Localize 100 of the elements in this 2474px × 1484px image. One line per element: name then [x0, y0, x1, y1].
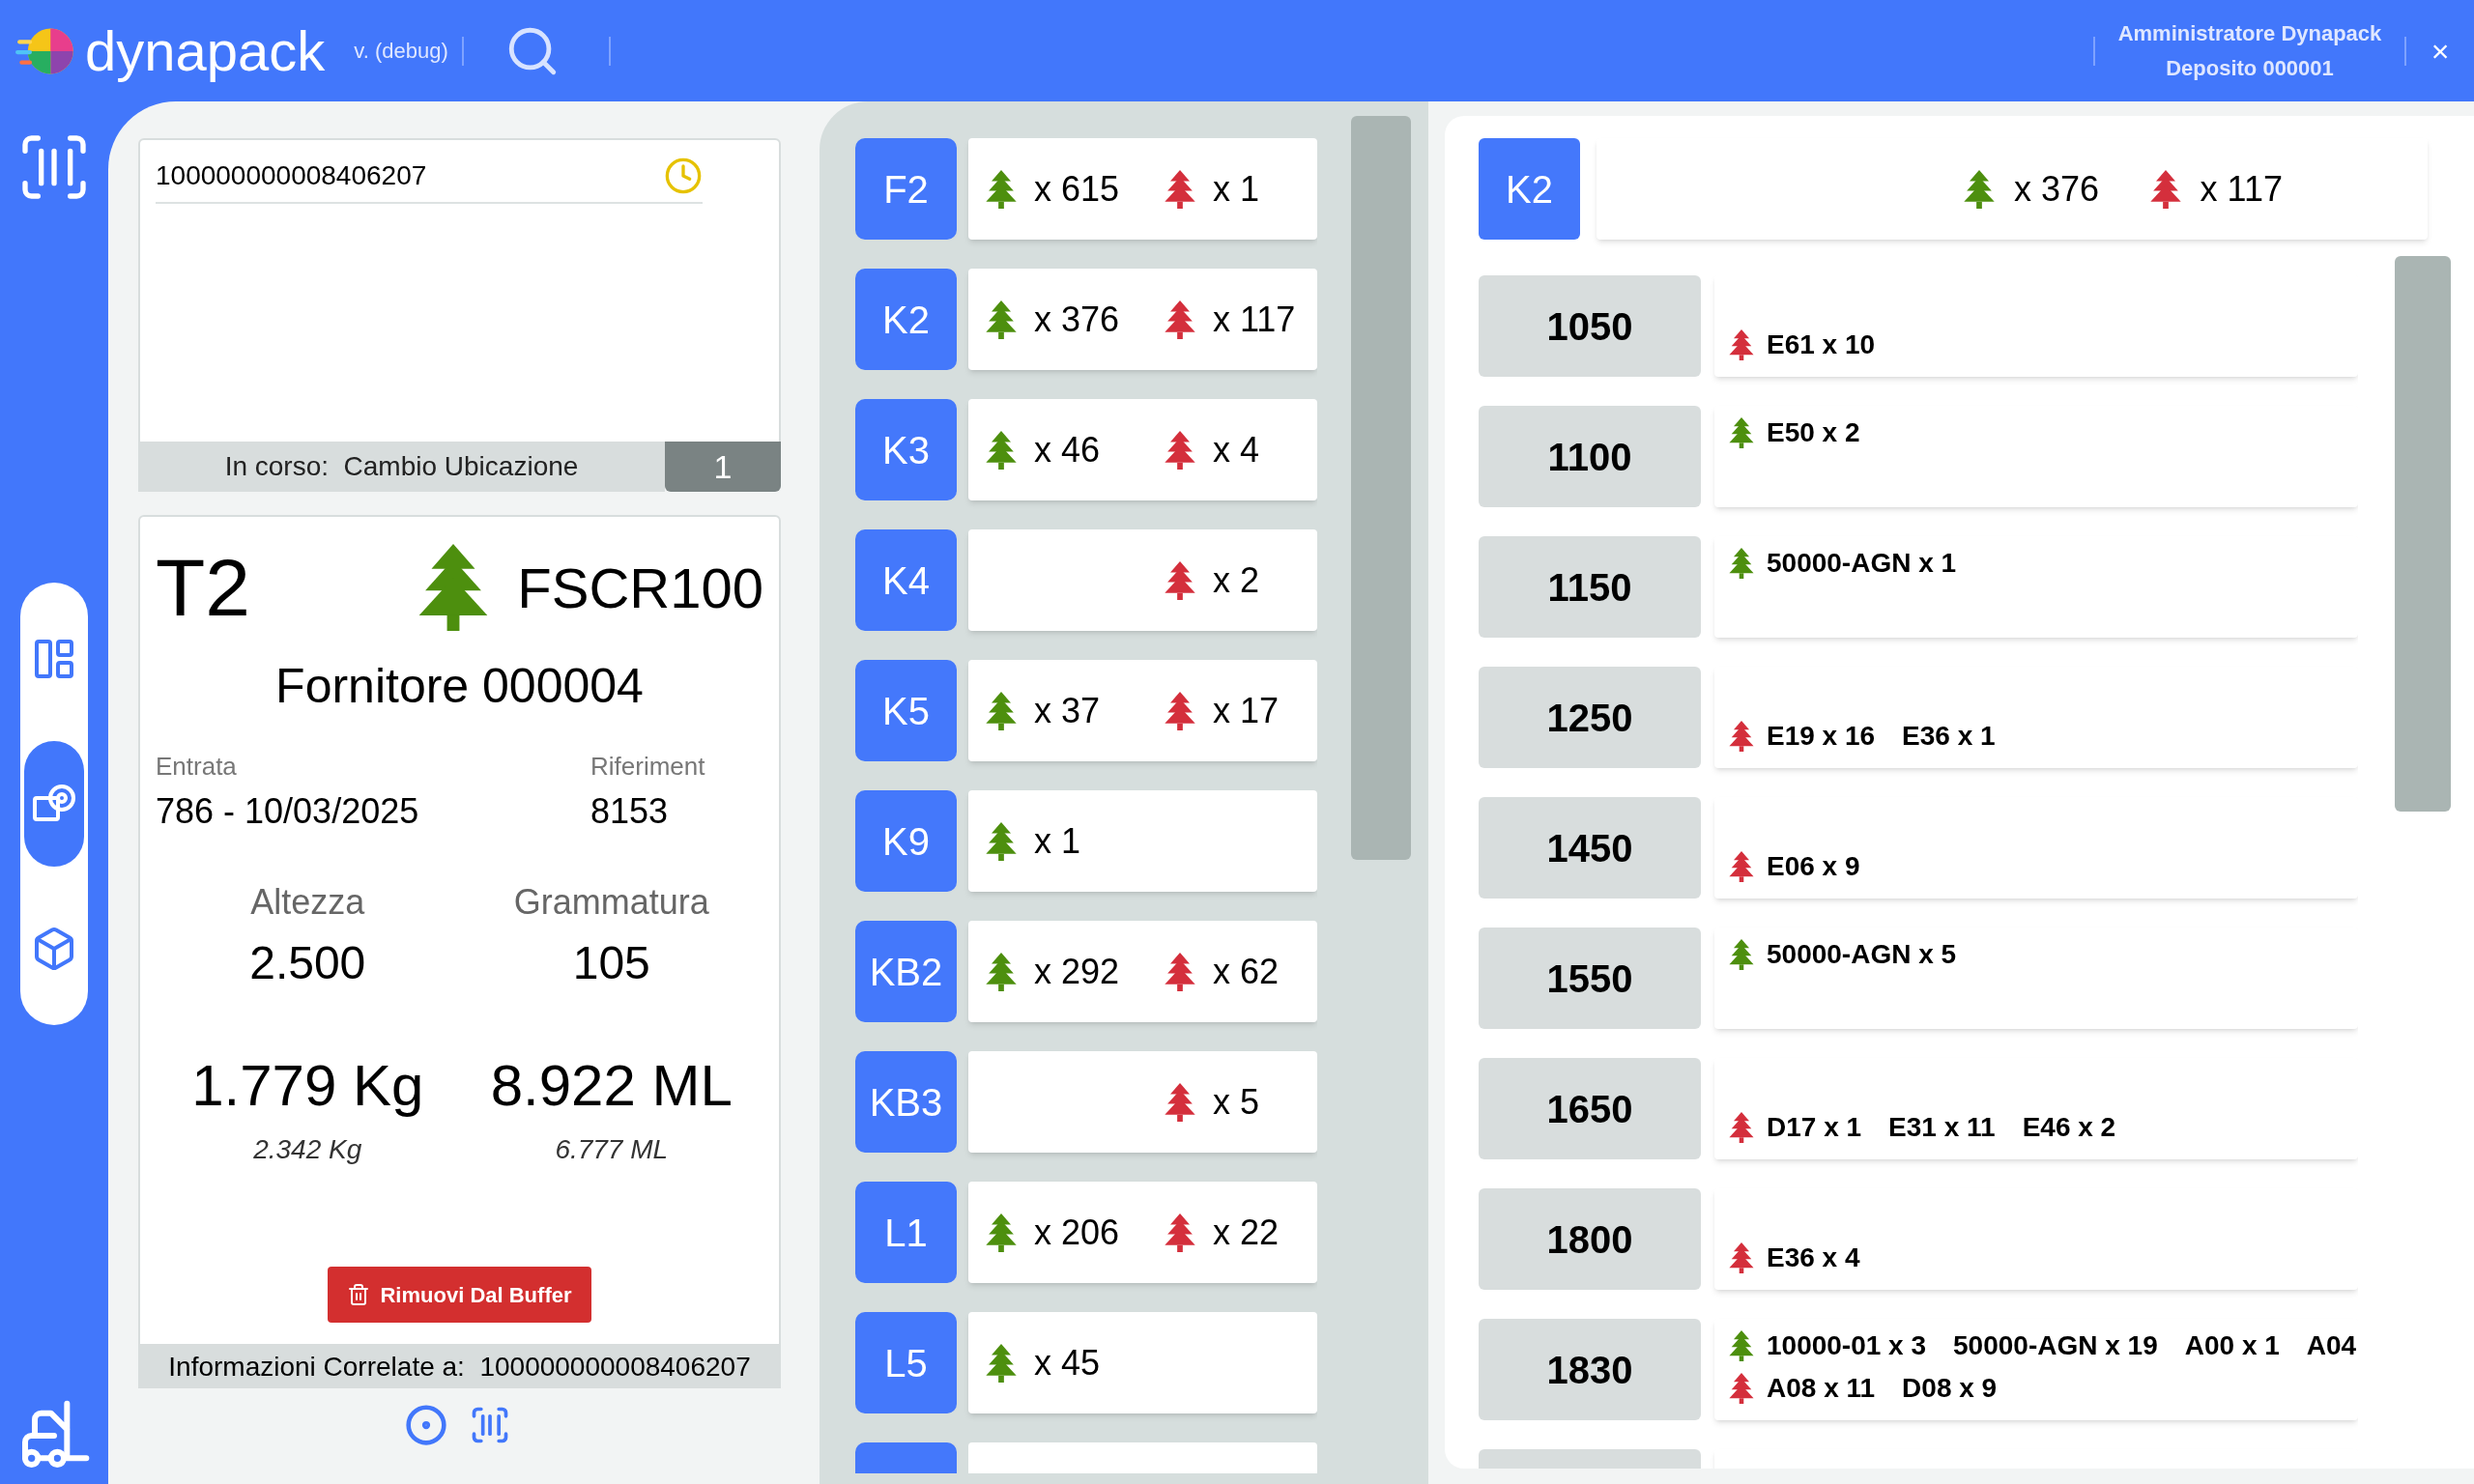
stock-count: x 206	[1034, 1211, 1120, 1254]
position-number[interactable]: 1830	[1479, 1319, 1701, 1420]
tree-icon	[1728, 1242, 1755, 1273]
stock-count: x 1	[1034, 819, 1081, 863]
stock-count: x 5	[1213, 1080, 1260, 1124]
article-count: 50000-AGN x 5	[1767, 938, 1957, 971]
supplier-name: Fornitore 000004	[275, 658, 644, 715]
stock-count: x 117	[1213, 298, 1296, 341]
position-number[interactable]: 1650	[1479, 1058, 1701, 1159]
location-tile[interactable]: K4	[855, 529, 957, 631]
article-count: E46 x 2	[2022, 1111, 2116, 1144]
article-count: E06 x 9	[1767, 850, 1860, 883]
tree-icon	[1728, 851, 1755, 882]
article-count: 10000-01 x 3	[1767, 1329, 1927, 1362]
stock-count: x 376	[1034, 298, 1120, 341]
article-count: A04	[2306, 1329, 2357, 1362]
stock-count: x 376	[2013, 167, 2099, 211]
tree-icon	[984, 169, 1019, 209]
position-number[interactable]: 1550	[1479, 928, 1701, 1029]
scrollbar[interactable]	[2395, 256, 2451, 812]
total-value: 1.779 Kg	[191, 1052, 424, 1120]
tree-icon	[1728, 721, 1755, 752]
position-number[interactable]: 1050	[1479, 275, 1701, 377]
stock-count: x 17	[1213, 689, 1280, 732]
tree-icon	[984, 300, 1019, 339]
article-count: E31 x 11	[1888, 1111, 1996, 1144]
related-info: Informazioni Correlate a: 100000000008406207	[138, 1346, 781, 1388]
location-tile[interactable]: L1	[855, 1182, 957, 1283]
measure-label: Grammatura	[513, 881, 709, 924]
tree-icon	[1163, 169, 1197, 209]
tree-icon	[1728, 329, 1755, 360]
total-value: 8.922 ML	[490, 1052, 733, 1120]
article-count: E61 x 10	[1767, 328, 1876, 361]
field-value: 786 - 10/03/2025	[156, 790, 420, 833]
stock-count: x 45	[1034, 1341, 1101, 1384]
close-button[interactable]: ×	[2406, 27, 2474, 74]
count-badge: 1	[665, 442, 781, 492]
stock-count: x 37	[1034, 689, 1101, 732]
article-count: D08 x 9	[1902, 1372, 1998, 1405]
article-count: 50000-AGN x 1	[1767, 547, 1957, 580]
location-tile[interactable]: K3	[855, 399, 957, 500]
tree-icon	[1728, 548, 1755, 579]
tree-icon	[984, 952, 1019, 991]
stock-count: x 292	[1034, 950, 1120, 993]
certification-label: FSCR100	[517, 555, 763, 621]
type-label: T2	[156, 547, 251, 628]
article-count: A08 x 11	[1767, 1372, 1876, 1405]
tree-icon	[984, 691, 1019, 730]
stock-count: x 62	[1213, 950, 1280, 993]
stock-count: x 46	[1034, 428, 1101, 471]
radio-dot-icon[interactable]	[404, 1404, 447, 1446]
field-value: 8153	[590, 790, 670, 833]
location-tile[interactable]: F2	[855, 138, 957, 240]
article-count: E36 x 1	[1902, 720, 1996, 753]
depot-name: Deposito 000001	[2166, 54, 2334, 82]
tree-icon	[1163, 300, 1197, 339]
tree-icon	[1163, 560, 1197, 600]
tree-icon	[1163, 952, 1197, 991]
version-label: v. (debug)	[354, 38, 448, 65]
location-tile[interactable]: L5	[855, 1312, 957, 1413]
trash-icon	[347, 1283, 371, 1306]
barcode-field[interactable]: 100000000008406207	[156, 156, 664, 196]
position-number[interactable]: 1150	[1479, 536, 1701, 638]
location-tile[interactable]: K5	[855, 660, 957, 761]
article-count: A00 x 1	[2184, 1329, 2280, 1362]
scrollbar[interactable]	[1351, 116, 1411, 860]
tree-icon	[1163, 1213, 1197, 1252]
tree-icon	[1728, 939, 1755, 970]
position-number[interactable]: 1800	[1479, 1188, 1701, 1290]
status-text: In corso: Cambio Ubicazione	[138, 442, 665, 492]
article-count: E19 x 16	[1767, 720, 1876, 753]
location-tile[interactable]: KB3	[855, 1051, 957, 1153]
stock-count: x 22	[1213, 1211, 1280, 1254]
stock-count: x 4	[1213, 428, 1260, 471]
tree-icon	[1728, 1373, 1755, 1404]
remove-button[interactable]: Rimuovi Dal Buffer	[328, 1267, 591, 1323]
position-number[interactable]: 1450	[1479, 797, 1701, 899]
location-tile: K2	[1479, 138, 1580, 240]
user-name: Amministratore Dynapack	[2117, 19, 2382, 47]
stock-count: x 2	[1213, 558, 1260, 602]
total-sub-value: 2.342 Kg	[253, 1133, 362, 1166]
tree-icon	[1728, 417, 1755, 448]
tree-icon	[1163, 691, 1197, 730]
tree-icon	[984, 1343, 1019, 1383]
location-tile[interactable]: K9	[855, 790, 957, 892]
tree-icon	[984, 1213, 1019, 1252]
tree-icon	[984, 821, 1019, 861]
tree-icon	[1163, 430, 1197, 470]
stock-count: x 1	[1213, 167, 1260, 211]
location-tile[interactable]: KB2	[855, 921, 957, 1022]
article-count: E50 x 2	[1767, 416, 1860, 449]
position-number[interactable]: 1100	[1479, 406, 1701, 507]
article-count: D17 x 1	[1767, 1111, 1862, 1144]
measure-label: Altezza	[250, 881, 365, 924]
tree-icon	[1728, 1112, 1755, 1143]
position-number[interactable]: 1250	[1479, 667, 1701, 768]
tree-icon	[1728, 1330, 1755, 1361]
field-label: Entrata	[156, 751, 238, 783]
stock-count: x 117	[2200, 167, 2283, 211]
location-tile[interactable]: K2	[855, 269, 957, 370]
